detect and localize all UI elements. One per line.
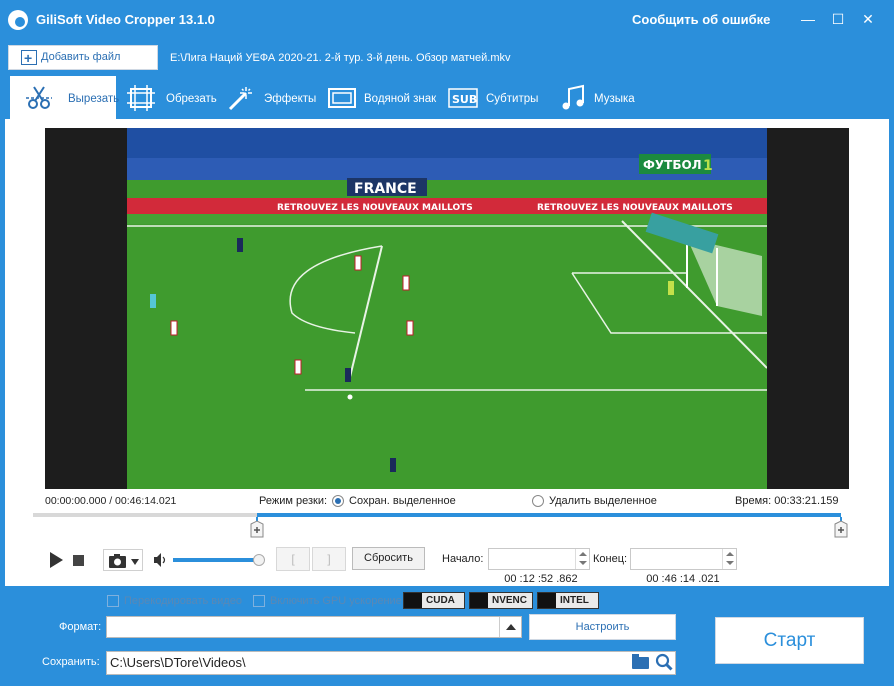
format-select[interactable] xyxy=(106,616,522,638)
tab-cut-label: Вырезать xyxy=(68,93,120,105)
scissors-icon xyxy=(26,86,52,109)
delete-selected-label[interactable]: Удалить выделенное xyxy=(549,495,657,507)
tab-crop[interactable]: Обрезать xyxy=(126,76,220,120)
tab-effects-label: Эффекты xyxy=(264,93,317,105)
search-icon[interactable] xyxy=(655,653,673,671)
start-marker-handle[interactable] xyxy=(250,517,264,539)
set-start-button[interactable]: [ xyxy=(276,547,310,571)
delete-selected-radio[interactable] xyxy=(532,495,544,507)
time-position: 00:00:00.000 / 00:46:14.021 xyxy=(45,495,177,507)
video-preview[interactable]: FRANCE RETROUVEZ LES NOUVEAUX MAILLOTS R… xyxy=(45,128,849,489)
gpu-checkbox[interactable] xyxy=(253,595,265,607)
keep-selected-label[interactable]: Сохран. выделенное xyxy=(349,495,456,507)
save-label: Сохранить: xyxy=(42,656,100,668)
end-time-field[interactable]: 00 :46 :14 .021 xyxy=(630,548,737,585)
tab-bar: Вырезать Обрезать Эффекты Водяной знак S… xyxy=(0,76,894,120)
volume-knob[interactable] xyxy=(252,554,265,566)
tab-cut[interactable]: Вырезать xyxy=(10,76,120,120)
folder-icon[interactable] xyxy=(632,654,649,669)
tab-music-label: Музыка xyxy=(594,93,635,105)
video-frame: FRANCE RETROUVEZ LES NOUVEAUX MAILLOTS R… xyxy=(127,128,767,489)
minimize-button[interactable]: — xyxy=(796,8,820,30)
start-time-spinner[interactable] xyxy=(575,549,589,569)
tab-music[interactable]: Музыка xyxy=(558,76,644,120)
tab-watermark[interactable]: Водяной знак xyxy=(327,76,437,120)
add-file-icon xyxy=(21,47,37,70)
nvenc-label: NVENC xyxy=(492,595,528,606)
end-time-spinner[interactable] xyxy=(722,549,736,569)
stop-button[interactable] xyxy=(71,549,87,571)
watermark-icon xyxy=(328,88,356,108)
play-button[interactable] xyxy=(47,549,67,571)
gpu-label[interactable]: Включить GPU ускорение xyxy=(270,595,402,607)
crop-icon xyxy=(127,85,155,111)
ad-board-text-1: RETROUVEZ LES NOUVEAUX MAILLOTS xyxy=(277,203,473,213)
end-time-label: Конец: xyxy=(593,553,628,565)
cuda-label: CUDA xyxy=(426,595,455,606)
selection-duration: Время: 00:33:21.159 xyxy=(735,495,839,507)
ad-board-text-2: RETROUVEZ LES NOUVEAUX MAILLOTS xyxy=(537,203,733,213)
reencode-label[interactable]: Перекодировать видео xyxy=(124,595,242,607)
cuda-badge: CUDA xyxy=(403,592,465,609)
title-bar: GiliSoft Video Cropper 13.1.0 Сообщить о… xyxy=(0,0,894,40)
settings-button[interactable]: Настроить xyxy=(529,614,676,640)
nvenc-badge: NVENC xyxy=(469,592,533,609)
svg-text:SUB: SUB xyxy=(452,93,477,106)
channel-number: 1 xyxy=(703,158,713,174)
cut-mode-label: Режим резки: xyxy=(259,495,328,507)
music-icon xyxy=(562,84,584,110)
end-marker-handle[interactable] xyxy=(834,517,848,539)
maximize-button[interactable]: ☐ xyxy=(826,8,850,30)
start-time-label: Начало: xyxy=(442,553,484,565)
volume-button[interactable] xyxy=(153,549,169,571)
close-button[interactable]: ✕ xyxy=(856,8,880,30)
file-path: E:\Лига Наций УЕФА 2020-21. 2-й тур. 3-й… xyxy=(170,52,511,64)
tab-effects[interactable]: Эффекты xyxy=(226,76,318,120)
reset-button[interactable]: Сбросить xyxy=(352,547,425,570)
nvidia-icon xyxy=(470,593,488,608)
timeline-selection xyxy=(256,513,841,517)
tab-crop-label: Обрезать xyxy=(166,93,217,105)
intel-badge: INTEL xyxy=(537,592,599,609)
format-dropdown-arrow-icon[interactable] xyxy=(499,617,521,637)
volume-slider[interactable] xyxy=(173,554,265,566)
start-time-value: 00 :12 :52 .862 xyxy=(504,573,578,585)
format-label: Формат: xyxy=(59,621,102,633)
timeline-track[interactable] xyxy=(33,513,841,517)
nvidia-icon xyxy=(404,593,422,608)
channel-logo: ФУТБОЛ xyxy=(643,158,702,172)
end-time-value: 00 :46 :14 .021 xyxy=(646,573,720,585)
magic-wand-icon xyxy=(228,87,252,111)
intel-label: INTEL xyxy=(560,595,589,606)
reencode-checkbox[interactable] xyxy=(107,595,119,607)
start-button[interactable]: Старт xyxy=(715,617,864,664)
start-time-field[interactable]: 00 :12 :52 .862 xyxy=(488,548,590,585)
camera-icon xyxy=(109,554,139,568)
speaker-icon xyxy=(154,553,166,567)
intel-icon xyxy=(538,593,556,608)
snapshot-button[interactable] xyxy=(103,549,143,571)
tab-watermark-label: Водяной знак xyxy=(364,93,437,105)
app-logo-icon xyxy=(8,10,28,30)
overlay-text: FRANCE xyxy=(354,181,417,197)
tab-subtitles[interactable]: SUB Субтитры xyxy=(448,76,546,120)
subtitles-icon: SUB xyxy=(448,88,478,108)
report-bug-link[interactable]: Сообщить об ошибке xyxy=(632,12,770,27)
keep-selected-radio[interactable] xyxy=(332,495,344,507)
add-file-button[interactable]: Добавить файл xyxy=(8,45,158,70)
editor-panel: FRANCE RETROUVEZ LES NOUVEAUX MAILLOTS R… xyxy=(5,119,889,586)
add-file-label: Добавить файл xyxy=(41,51,121,63)
save-path-input[interactable]: C:\Users\DTore\Videos\ xyxy=(106,651,676,675)
volume-level xyxy=(173,558,259,562)
set-end-button[interactable]: ] xyxy=(312,547,346,571)
tab-subtitles-label: Субтитры xyxy=(486,93,539,105)
app-title: GiliSoft Video Cropper 13.1.0 xyxy=(36,12,215,27)
